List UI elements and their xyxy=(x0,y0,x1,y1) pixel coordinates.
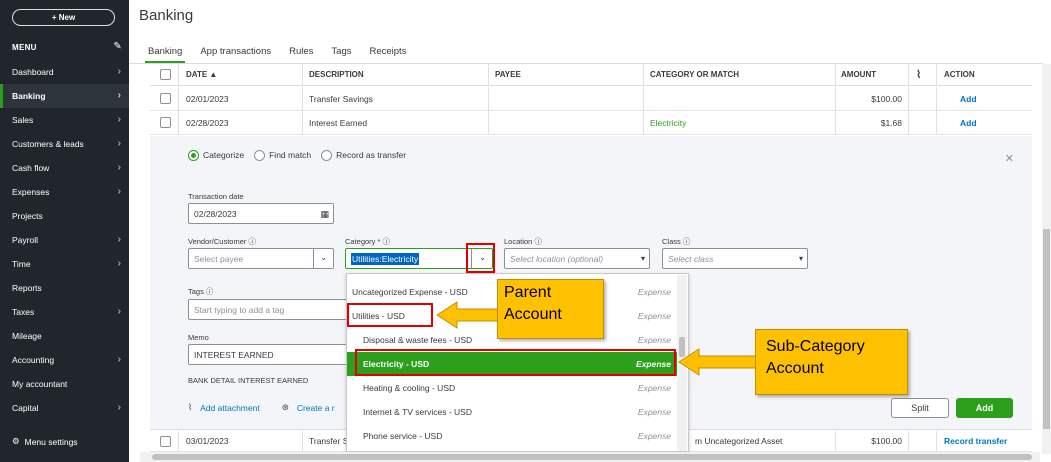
callout-line: Account xyxy=(504,306,562,323)
callout-line: Parent xyxy=(504,284,552,301)
callout-parent-account: Parent Account xyxy=(497,279,604,339)
page-vertical-scrollbar[interactable] xyxy=(1042,64,1051,454)
page-horizontal-scrollbar[interactable] xyxy=(140,452,1040,462)
callout-line: Account xyxy=(766,360,824,377)
scroll-thumb[interactable] xyxy=(1043,229,1050,429)
callout-line: Sub-Category xyxy=(766,338,865,355)
arrow-left-icon xyxy=(436,301,501,329)
scroll-thumb[interactable] xyxy=(152,454,1032,460)
arrow-left-icon xyxy=(678,348,757,376)
callout-subcategory-account: Sub-Category Account xyxy=(755,329,908,395)
